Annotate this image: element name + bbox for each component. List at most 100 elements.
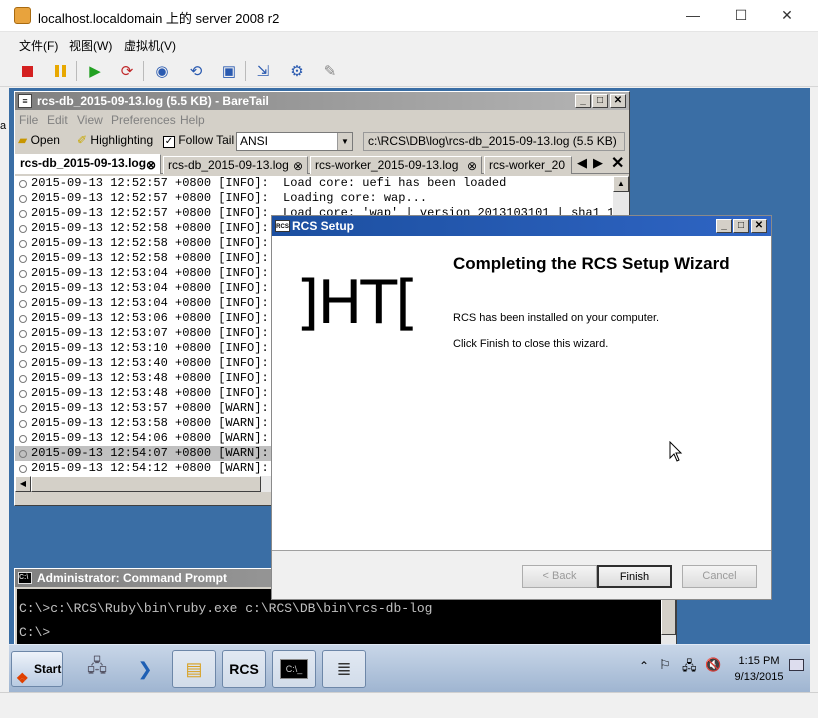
follow-tail-checkbox[interactable]: ✓: [163, 136, 175, 148]
follow-tail-toggle[interactable]: ✓ Follow Tail: [163, 133, 234, 148]
setup-heading: Completing the RCS Setup Wizard: [453, 254, 730, 273]
baretail-menu-bar: File Edit View Preferences Help: [15, 111, 629, 130]
setup-maximize-button[interactable]: □: [733, 219, 749, 233]
maximize-button[interactable]: ☐: [728, 4, 754, 26]
system-clock[interactable]: 1:15 PM 9/13/2015: [729, 653, 789, 685]
preferences-icon[interactable]: ✎: [319, 60, 341, 82]
taskbar: ❖ Start 🖧 ❯ ▤ RCS C:\_ ≣ ⌃ ⚐ 🖧 🔇 1:15 PM…: [9, 644, 810, 692]
baretail-maximize-button[interactable]: □: [592, 94, 608, 108]
baretail-icon: ≡: [18, 94, 32, 108]
volume-muted-icon[interactable]: 🔇: [705, 657, 721, 673]
host-status-bar: [0, 692, 818, 718]
chevron-down-icon[interactable]: ▼: [337, 133, 352, 150]
minimize-button[interactable]: —: [680, 4, 706, 26]
start-button[interactable]: ❖ Start: [11, 651, 63, 687]
baretail-taskbar-button[interactable]: ≣: [322, 650, 366, 688]
baretail-title-bar: ≡ rcs-db_2015-09-13.log (5.5 KB) - BareT…: [15, 92, 629, 110]
bt-menu-edit[interactable]: Edit: [47, 113, 68, 127]
cmd-title: Administrator: Command Prompt: [37, 571, 228, 585]
settings-icon[interactable]: ⚙: [286, 60, 308, 82]
host-window-title: localhost.localdomain 上的 server 2008 r2: [38, 11, 280, 26]
close-button[interactable]: ✕: [774, 4, 800, 26]
revert-snapshot-icon[interactable]: ⟲: [185, 60, 207, 82]
tab-rcs-worker-1[interactable]: rcs-worker_2015-09-13.log ⊗: [310, 156, 482, 174]
cmd-taskbar-button[interactable]: C:\_: [272, 650, 316, 688]
tab-rcs-db-1[interactable]: rcs-db_2015-09-13.log ⊗: [15, 154, 161, 174]
edge-fragment: a: [0, 120, 7, 132]
tab-rcs-worker-2[interactable]: rcs-worker_20: [484, 156, 572, 174]
menu-file[interactable]: 文件(F): [19, 37, 58, 54]
baretail-close-button[interactable]: ✕: [610, 94, 626, 108]
tab-close-icon[interactable]: ⊗: [146, 157, 156, 173]
guest-desktop: ≡ rcs-db_2015-09-13.log (5.5 KB) - BareT…: [9, 88, 810, 692]
tab-scroll-right-icon[interactable]: ▶: [593, 155, 603, 171]
cmd-line-2: C:\>: [19, 625, 51, 640]
menu-vm[interactable]: 虚拟机(V): [124, 37, 176, 54]
tab-scroll-left-icon[interactable]: ◀: [577, 155, 587, 171]
clock-time: 1:15 PM: [738, 655, 780, 667]
installed-message: RCS has been installed on your computer.: [453, 312, 660, 324]
powershell-icon[interactable]: ❯: [123, 650, 167, 688]
host-toolbar: ▶ ⟳ ◉ ⟲ ▣ ⇲ ⚙ ✎: [0, 55, 818, 87]
highlighting-button[interactable]: ✐ Highlighting: [77, 133, 153, 147]
tab-close-icon[interactable]: ⊗: [467, 158, 477, 174]
stop-icon[interactable]: [16, 60, 38, 82]
back-button[interactable]: < Back: [522, 565, 597, 588]
rcs-app-icon: RCS: [275, 220, 290, 232]
pause-icon[interactable]: [49, 60, 71, 82]
setup-minimize-button[interactable]: _: [716, 219, 732, 233]
finish-button[interactable]: Finish: [597, 565, 672, 588]
bt-menu-help[interactable]: Help: [180, 113, 205, 127]
snapshot-icon[interactable]: ◉: [151, 60, 173, 82]
baretail-toolbar: ▰ Open ✐ Highlighting ✓ Follow Tail ANSI…: [15, 130, 629, 153]
bt-menu-view[interactable]: View: [77, 113, 103, 127]
toolbar-separator: [76, 61, 77, 81]
scroll-up-icon[interactable]: ▲: [613, 176, 629, 192]
folder-open-icon: ▰: [18, 133, 28, 147]
server-manager-icon[interactable]: 🖧: [75, 650, 119, 688]
open-button[interactable]: ▰ Open: [18, 133, 60, 147]
show-hidden-icons[interactable]: ⌃: [639, 659, 649, 673]
play-icon[interactable]: ▶: [84, 60, 106, 82]
reset-icon[interactable]: ⟳: [116, 60, 138, 82]
log-line[interactable]: 2015-09-13 12:52:57 +0800 [INFO]: Load c…: [15, 176, 615, 191]
bt-menu-preferences[interactable]: Preferences: [111, 113, 176, 127]
horizontal-scroll-thumb[interactable]: [31, 476, 261, 492]
cancel-button[interactable]: Cancel: [682, 565, 757, 588]
setup-title: RCS Setup: [292, 219, 355, 233]
rcs-setup-dialog: RCS RCS Setup _ □ ✕ ]HT[ Completing the …: [271, 215, 772, 600]
scroll-left-icon[interactable]: ◀: [15, 476, 31, 492]
network-icon[interactable]: 🖧: [682, 657, 697, 679]
cmd-icon: C:\: [18, 572, 32, 584]
toolbar-separator: [143, 61, 144, 81]
rcs-taskbar-button[interactable]: RCS: [222, 650, 266, 688]
toolbar-separator: [245, 61, 246, 81]
clock-date: 9/13/2015: [734, 671, 784, 683]
windows-logo-icon: ❖: [16, 670, 29, 686]
file-path-field: c:\RCS\DB\log\rcs-db_2015-09-13.log (5.5…: [363, 132, 625, 151]
baretail-title: rcs-db_2015-09-13.log (5.5 KB) - BareTai…: [37, 94, 269, 108]
highlighter-icon: ✐: [77, 133, 88, 147]
encoding-select[interactable]: ANSI ▼: [236, 132, 353, 151]
tab-rcs-db-2[interactable]: rcs-db_2015-09-13.log ⊗: [163, 156, 308, 174]
tab-close-icon[interactable]: ⊗: [293, 158, 303, 174]
log-tabs: rcs-db_2015-09-13.log ⊗ rcs-db_2015-09-13…: [15, 154, 629, 174]
menu-view[interactable]: 视图(W): [69, 37, 112, 54]
snapshot-manager-icon[interactable]: ▣: [218, 60, 240, 82]
console-icon[interactable]: ⇲: [252, 60, 274, 82]
close-tab-icon[interactable]: ✕: [611, 153, 624, 173]
setup-close-button[interactable]: ✕: [751, 219, 767, 233]
bt-menu-file[interactable]: File: [19, 113, 38, 127]
explorer-icon[interactable]: ▤: [172, 650, 216, 688]
setup-content: ]HT[ Completing the RCS Setup Wizard RCS…: [272, 236, 771, 551]
show-desktop-icon[interactable]: [789, 659, 804, 671]
vmware-logo-icon: [14, 7, 31, 24]
setup-title-bar: RCS RCS Setup _ □ ✕: [272, 216, 771, 236]
ht-logo: ]HT[: [296, 268, 419, 338]
action-center-flag-icon[interactable]: ⚐: [659, 657, 671, 673]
cmd-taskbar-icon: C:\_: [280, 659, 308, 679]
baretail-minimize-button[interactable]: _: [575, 94, 591, 108]
cmd-line-1: C:\>c:\RCS\Ruby\bin\ruby.exe c:\RCS\DB\b…: [19, 601, 433, 616]
log-line[interactable]: 2015-09-13 12:52:57 +0800 [INFO]: Loadin…: [15, 191, 615, 206]
host-title-bar: localhost.localdomain 上的 server 2008 r2 …: [0, 0, 818, 32]
